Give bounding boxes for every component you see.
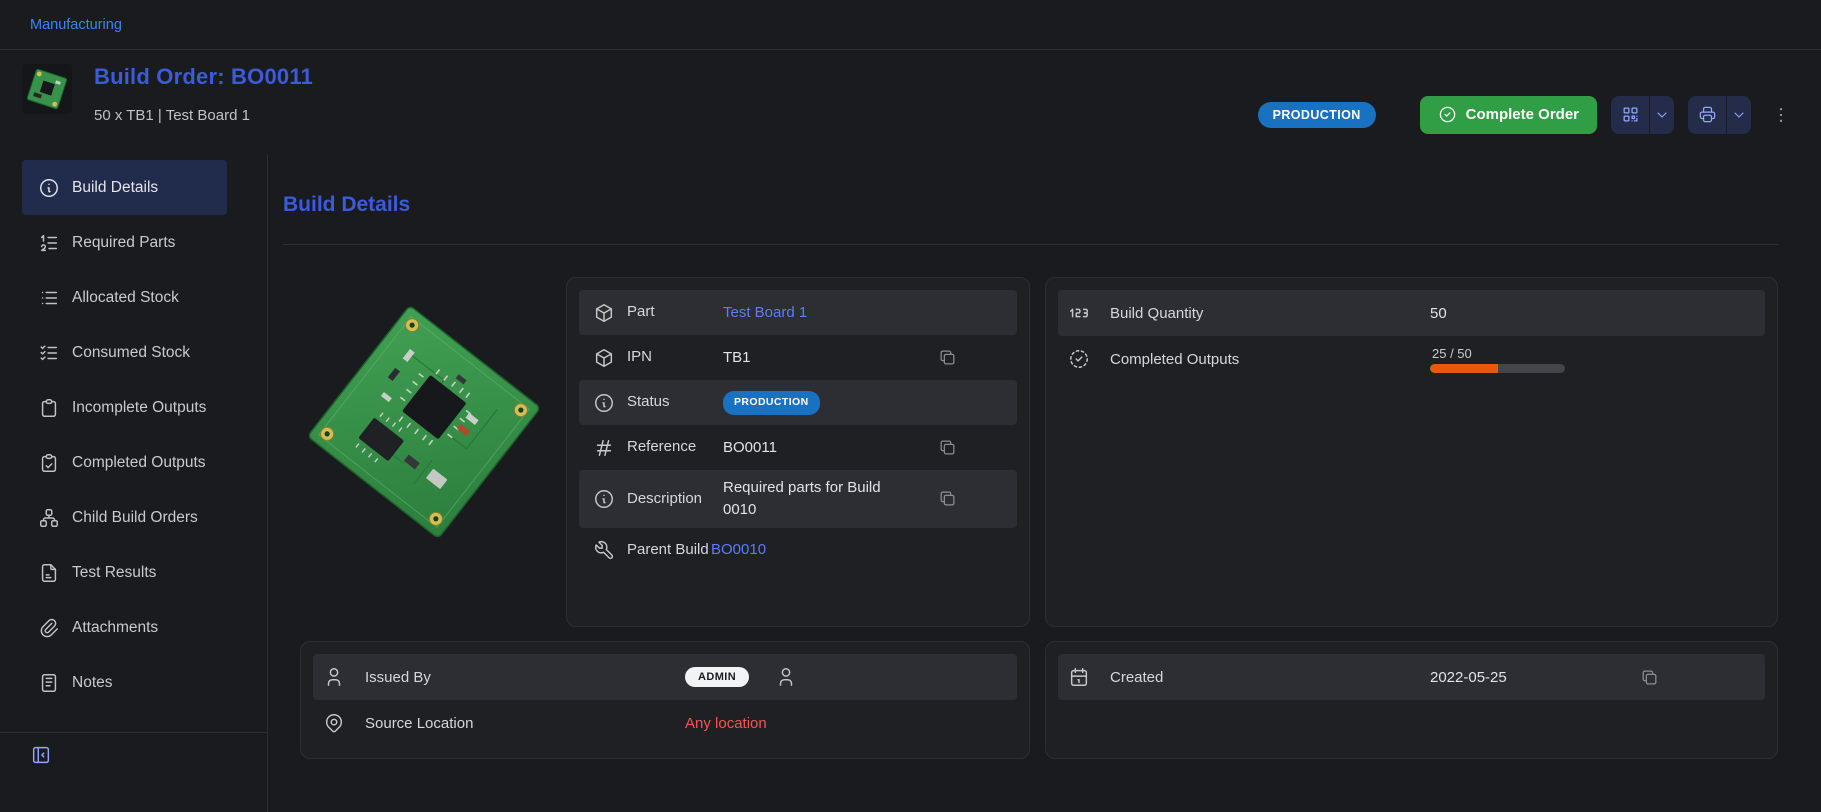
header-actions: PRODUCTION Complete Order [1258, 74, 1795, 155]
build-details-card: Part Test Board 1 IPN TB1 Status [566, 277, 1030, 627]
detail-row-build-quantity: Build Quantity 50 [1058, 290, 1765, 336]
page-subtitle: 50 x TB1 | Test Board 1 [94, 107, 313, 124]
complete-order-label: Complete Order [1466, 106, 1579, 123]
list-check-icon [38, 342, 60, 364]
barcode-actions-split-button [1611, 96, 1674, 134]
copy-icon[interactable] [938, 438, 957, 457]
breadcrumb: Manufacturing [0, 0, 1821, 50]
page-header: Build Order: BO0011 50 x TB1 | Test Boar… [0, 50, 1821, 155]
ipn-value: TB1 [723, 347, 938, 369]
copy-icon[interactable] [1640, 668, 1659, 687]
detail-row-source-location: Source Location Any location [313, 700, 1017, 746]
detail-row-description: Description Required parts for Build 001… [579, 470, 1017, 528]
box-icon [593, 302, 627, 324]
sidebar-item-label: Completed Outputs [72, 454, 206, 472]
sidebar-collapse-button[interactable] [30, 744, 52, 766]
panel-content: Build Details [268, 155, 1821, 812]
sidebar-item-label: Build Details [72, 179, 158, 197]
description-value: Required parts for Build 0010 [723, 477, 885, 521]
sidebar-item-label: Required Parts [72, 234, 175, 252]
barcode-chevron-down-icon[interactable] [1649, 96, 1674, 134]
page-title: Build Order: BO0011 [94, 64, 313, 90]
info-circle-icon [593, 488, 627, 510]
detail-row-created: Created 2022-05-25 [1058, 654, 1765, 700]
panel-sidebar: Build Details Required Parts Allocated S… [0, 155, 268, 812]
sidebar-item-child-build-orders[interactable]: Child Build Orders [22, 490, 227, 545]
sidebar-item-required-parts[interactable]: Required Parts [22, 215, 227, 270]
part-image [300, 277, 548, 627]
part-thumbnail[interactable] [22, 64, 72, 114]
calendar-icon [1068, 666, 1110, 688]
hash-icon [593, 437, 627, 459]
source-location-value: Any location [685, 715, 895, 732]
sidebar-item-label: Child Build Orders [72, 509, 198, 527]
sidebar-item-label: Attachments [72, 619, 158, 637]
printer-icon[interactable] [1688, 96, 1726, 134]
print-actions-split-button [1688, 96, 1751, 134]
detail-row-status: Status PRODUCTION [579, 380, 1017, 425]
detail-row-reference: Reference BO0011 [579, 425, 1017, 470]
sidebar-item-attachments[interactable]: Attachments [22, 600, 227, 655]
map-pin-icon [323, 712, 365, 734]
user-icon [323, 666, 365, 688]
more-actions-button[interactable] [1767, 96, 1795, 134]
sidebar-item-consumed-stock[interactable]: Consumed Stock [22, 325, 227, 380]
detail-row-issued-by: Issued By ADMIN [313, 654, 1017, 700]
status-chip: PRODUCTION [723, 391, 820, 414]
circle-check-icon [1438, 105, 1457, 124]
info-circle-icon [38, 177, 60, 199]
copy-icon[interactable] [938, 489, 957, 508]
build-quantity-card: Build Quantity 50 Completed Outputs 25 /… [1045, 277, 1778, 627]
completed-outputs-progress: 25 / 50 [1430, 346, 1565, 373]
detail-row-ipn: IPN TB1 [579, 335, 1017, 380]
progress-label: 25 / 50 [1432, 346, 1565, 361]
part-link[interactable]: Test Board 1 [723, 302, 938, 324]
info-circle-icon [593, 392, 627, 414]
breadcrumb-manufacturing[interactable]: Manufacturing [30, 17, 122, 33]
created-card: Created 2022-05-25 [1045, 641, 1778, 759]
box-icon [593, 347, 627, 369]
list-icon [38, 287, 60, 309]
parent-build-link[interactable]: BO0010 [711, 539, 926, 561]
clipboard-icon [38, 397, 60, 419]
sidebar-item-notes[interactable]: Notes [22, 655, 227, 710]
copy-icon[interactable] [938, 348, 957, 367]
sidebar-item-test-results[interactable]: Test Results [22, 545, 227, 600]
sidebar-item-label: Consumed Stock [72, 344, 190, 362]
paperclip-icon [38, 617, 60, 639]
list-numbers-icon [38, 232, 60, 254]
detail-row-part: Part Test Board 1 [579, 290, 1017, 335]
complete-order-button[interactable]: Complete Order [1420, 96, 1597, 134]
created-value: 2022-05-25 [1430, 669, 1640, 686]
sidebar-item-label: Notes [72, 674, 113, 692]
status-badge: PRODUCTION [1258, 102, 1376, 128]
numbers-123-icon [1068, 302, 1110, 324]
reference-value: BO0011 [723, 437, 938, 459]
panel-title: Build Details [283, 193, 1778, 217]
notes-icon [38, 672, 60, 694]
sidebar-item-incomplete-outputs[interactable]: Incomplete Outputs [22, 380, 227, 435]
sidebar-item-allocated-stock[interactable]: Allocated Stock [22, 270, 227, 325]
sidebar-item-label: Test Results [72, 564, 156, 582]
progress-check-icon [1068, 348, 1110, 370]
sidebar-item-build-details[interactable]: Build Details [22, 160, 227, 215]
test-report-icon [38, 562, 60, 584]
sidebar-item-label: Incomplete Outputs [72, 399, 206, 417]
sidebar-item-completed-outputs[interactable]: Completed Outputs [22, 435, 227, 490]
sidebar-item-label: Allocated Stock [72, 289, 179, 307]
pcb-thumbnail-image [22, 64, 72, 114]
user-icon [775, 666, 797, 688]
issue-details-card: Issued By ADMIN Source Location Any loca… [300, 641, 1030, 759]
sitemap-icon [38, 507, 60, 529]
detail-row-parent-build: Parent Build BO0010 [579, 528, 1017, 573]
print-chevron-down-icon[interactable] [1726, 96, 1751, 134]
tools-icon [593, 539, 627, 561]
clipboard-check-icon [38, 452, 60, 474]
pcb-image [304, 277, 544, 567]
build-quantity-value: 50 [1430, 305, 1640, 322]
detail-row-completed-outputs: Completed Outputs 25 / 50 [1058, 336, 1765, 382]
qrcode-icon[interactable] [1611, 96, 1649, 134]
issued-by-badge: ADMIN [685, 667, 749, 687]
panel-divider [283, 244, 1778, 245]
